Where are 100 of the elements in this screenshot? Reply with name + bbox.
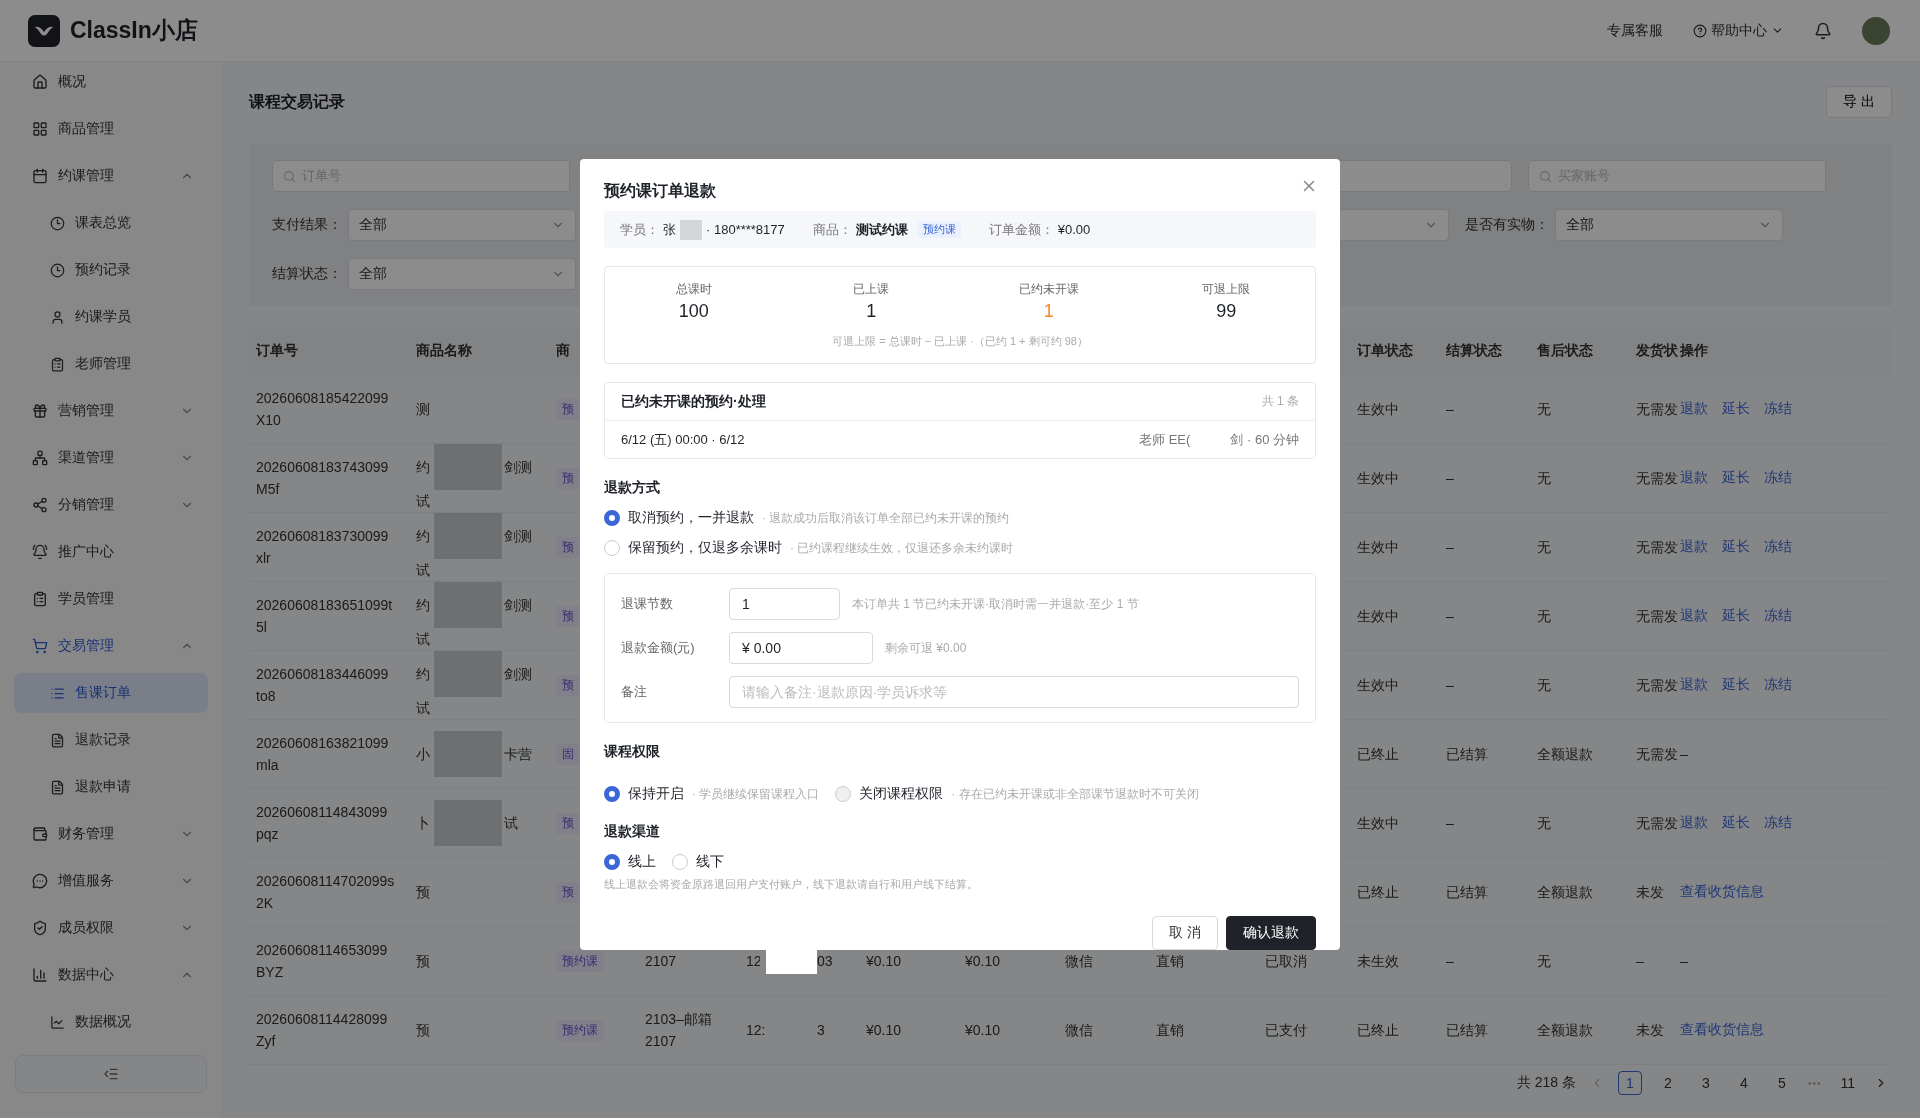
radio-option[interactable]: 线下 [672, 853, 724, 871]
table-cell-text: 生效中 [1357, 676, 1400, 695]
product-name: 预 [416, 883, 430, 902]
action-link[interactable]: 延长 [1722, 538, 1750, 556]
table-cell-text: 全额退款 [1537, 745, 1594, 764]
help-menu[interactable]: 帮助中心 [1693, 21, 1784, 40]
input-field[interactable]: ¥ 0.00 [729, 632, 873, 664]
sidebar-item[interactable]: 老师管理 [14, 344, 208, 384]
bell-icon[interactable] [1814, 21, 1832, 40]
action-link[interactable]: 退款 [1680, 814, 1708, 832]
table-cell-text: 微信 [1065, 1021, 1094, 1040]
table-cell-text: 未发 [1636, 1021, 1665, 1040]
table-cell-text: 20260608114843099 pqz [256, 803, 389, 844]
shield-icon [32, 920, 48, 936]
product-name: 卡营 [504, 745, 532, 764]
page-button[interactable]: 4 [1731, 1071, 1756, 1095]
input-field[interactable]: 1 [729, 588, 840, 620]
option-hint: · 学员继续保留课程入口 [692, 785, 820, 803]
radio-option[interactable]: 取消预约，一并退款 · 退款成功后取消该订单全部已约未开课的预约 [604, 509, 1316, 527]
sidebar-item[interactable]: 概况 [14, 62, 208, 102]
page-button[interactable]: 11 [1835, 1071, 1860, 1095]
radio-button[interactable] [604, 510, 620, 526]
page-button[interactable]: 5 [1769, 1071, 1794, 1095]
sidebar-item[interactable]: 财务管理 [14, 814, 208, 854]
action-link[interactable]: 退款 [1680, 538, 1708, 556]
input-field[interactable]: 请输入备注·退款原因·学员诉求等 [729, 676, 1299, 708]
sidebar-item[interactable]: 分销管理 [14, 485, 208, 525]
card-title: 已约未开课的预约·处理 [621, 392, 766, 411]
field-label: 学员： [620, 220, 659, 239]
action-link[interactable]: 退款 [1680, 400, 1708, 418]
sidebar-item[interactable]: 售课订单 [14, 673, 208, 713]
sidebar-item[interactable]: 商品管理 [14, 109, 208, 149]
sidebar-item[interactable]: 预约记录 [14, 250, 208, 290]
radio-button[interactable] [604, 786, 620, 802]
action-link[interactable]: 延长 [1722, 814, 1750, 832]
sidebar-item[interactable]: 学员管理 [14, 579, 208, 619]
column-header: 售后状态 [1537, 342, 1594, 360]
action-link[interactable]: 冻结 [1764, 400, 1792, 418]
action-link[interactable]: 退款 [1680, 607, 1708, 625]
action-link[interactable]: 冻结 [1764, 538, 1792, 556]
sidebar-item[interactable]: 交易管理 [14, 626, 208, 666]
export-button[interactable]: 导 出 [1826, 86, 1892, 118]
clipboard-icon [50, 356, 65, 372]
stat-label: 已约未开课 [1018, 281, 1079, 298]
sidebar-item[interactable]: 营销管理 [14, 391, 208, 431]
cancel-button[interactable]: 取 消 [1152, 916, 1218, 950]
select-field[interactable]: 全部 [348, 209, 576, 241]
product-type-tag: 预 [556, 674, 580, 696]
product-name: 剑测 [504, 527, 532, 546]
sidebar-item[interactable]: 约课管理 [14, 156, 208, 196]
sidebar-item[interactable]: 推广中心 [14, 532, 208, 572]
table-cell-text: 20260608163821099 mla [256, 734, 390, 775]
sidebar-item[interactable]: 退款申请 [14, 767, 208, 807]
sidebar-item[interactable]: 增值服务 [14, 861, 208, 901]
sidebar-item[interactable]: 退款记录 [14, 720, 208, 760]
table-cell-text: 生效中 [1357, 607, 1400, 626]
table-cell-text: 无需发 [1636, 676, 1679, 695]
confirm-button[interactable]: 确认退款 [1226, 916, 1316, 950]
action-link[interactable]: 查看收货信息 [1680, 883, 1764, 901]
select-field[interactable]: 全部 [348, 258, 576, 290]
action-link[interactable]: 冻结 [1764, 469, 1792, 487]
table-cell-text: 无 [1537, 400, 1552, 419]
sidebar-item[interactable]: 成员权限 [14, 908, 208, 948]
page-button[interactable]: 1 [1617, 1071, 1642, 1095]
sidebar-item[interactable]: 约课学员 [14, 297, 208, 337]
action-link[interactable]: 延长 [1722, 469, 1750, 487]
action-link[interactable]: 冻结 [1764, 676, 1792, 694]
sidebar-item[interactable]: 数据中心 [14, 955, 208, 995]
service-link[interactable]: 专属客服 [1607, 21, 1663, 40]
action-link[interactable]: 退款 [1680, 469, 1708, 487]
radio-option[interactable]: 线上 [604, 853, 656, 871]
radio-option[interactable]: 保留预约，仅退多余课时 · 已约课程继续生效，仅退还多余未约课时 [604, 539, 1316, 557]
action-link[interactable]: 冻结 [1764, 607, 1792, 625]
avatar[interactable] [1862, 16, 1890, 45]
sidebar-item[interactable]: 数据概况 [14, 1002, 208, 1042]
product-name: 试 [416, 699, 431, 718]
column-header: 操作 [1680, 342, 1709, 360]
action-link[interactable]: 退款 [1680, 676, 1708, 694]
radio-button[interactable] [604, 854, 620, 870]
product-name: 约 [416, 596, 430, 615]
action-link[interactable]: 延长 [1722, 607, 1750, 625]
action-link[interactable]: 延长 [1722, 400, 1750, 418]
action-link[interactable]: 冻结 [1764, 814, 1792, 832]
table-cell-text: 生效中 [1357, 469, 1400, 488]
action-link[interactable]: 延长 [1722, 676, 1750, 694]
calendar-icon [32, 168, 48, 184]
product-name: 剑测 [504, 665, 532, 684]
product-type-tag: 预 [556, 398, 580, 420]
sidebar-item[interactable]: 渠道管理 [14, 438, 208, 478]
sidebar-item[interactable]: 课表总览 [14, 203, 208, 243]
product-type-tag: 预约课 [556, 950, 604, 972]
action-link[interactable]: 查看收货信息 [1680, 1021, 1764, 1039]
product-name: 约 [416, 458, 430, 477]
user-icon [50, 309, 65, 325]
select-field[interactable]: 全部 [1555, 209, 1783, 241]
radio-option[interactable]: 保持开启 · 学员继续保留课程入口 [604, 785, 820, 803]
table-cell-text: 无 [1537, 814, 1552, 833]
page-button[interactable]: 2 [1655, 1071, 1680, 1095]
table-cell-text: 无需发 [1636, 538, 1679, 557]
page-button[interactable]: 3 [1693, 1071, 1718, 1095]
